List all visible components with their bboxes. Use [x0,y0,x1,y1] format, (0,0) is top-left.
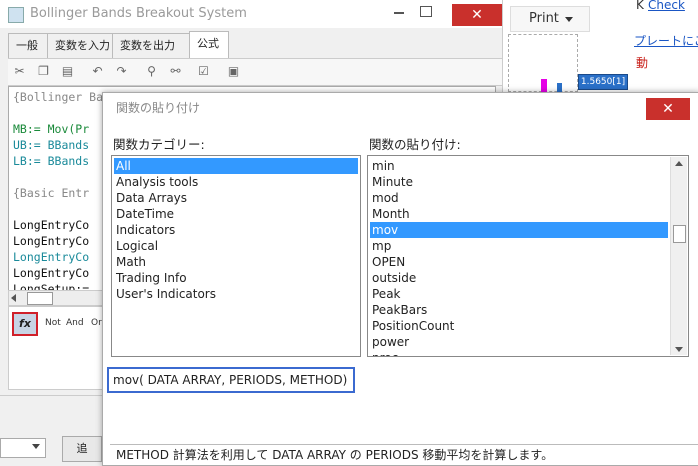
code-line: LongEntryCo [13,234,90,248]
list-item[interactable]: Analysis tools [114,174,198,190]
paste-icon[interactable]: ▤ [60,64,75,79]
candle [541,79,547,93]
print-button[interactable]: Print [510,6,590,32]
function-label: 関数の貼り付け: [369,137,461,152]
notice-text: 動 [636,56,649,70]
list-item[interactable]: power [370,334,409,350]
list-item[interactable]: mod [370,190,399,206]
scroll-up-icon[interactable] [675,161,683,166]
category-listbox[interactable]: All Analysis tools Data Arrays DateTime … [111,155,361,357]
list-item[interactable]: outside [370,270,416,286]
window-title: Bollinger Bands Breakout System [30,6,247,21]
code-line: LongEntryCo [13,218,90,232]
scroll-down-icon[interactable] [675,347,683,352]
tab-formula[interactable]: 公式 [189,31,229,59]
code-line: LB:= BBands [13,154,90,168]
list-item[interactable]: min [370,158,395,174]
tab-inputs[interactable]: 変数を入力 [47,33,113,58]
list-item[interactable]: proc [370,350,398,356]
price-tag: 1.5650[1] [578,74,628,90]
app-icon [8,7,24,23]
list-item[interactable]: All [114,158,358,174]
operator-and[interactable]: And [66,318,84,328]
list-item[interactable]: DateTime [114,206,174,222]
chevron-down-icon [32,444,40,449]
list-item[interactable]: Math [114,254,146,270]
copy-icon[interactable]: ❐ [36,64,51,79]
list-item[interactable]: Data Arrays [114,190,187,206]
divider [0,395,110,396]
dialog-title: 関数の貼り付け [116,101,201,115]
undo-icon[interactable]: ↶ [90,64,105,79]
save-icon[interactable]: ▣ [226,64,241,79]
operator-not[interactable]: Not [45,318,61,328]
list-item[interactable]: User's Indicators [114,286,216,302]
minimize-icon[interactable] [394,12,404,14]
code-line: {Basic Entr [13,186,90,200]
list-item[interactable]: PeakBars [370,302,427,318]
tab-outputs[interactable]: 変数を出力 [112,33,190,58]
maximize-icon[interactable] [420,6,432,17]
find-icon[interactable]: ⚲ [144,64,159,79]
cut-icon[interactable]: ✂ [12,64,27,79]
editor-toolbar: ✂ ❐ ▤ ↶ ↷ ⚲ ⚯ ☑ ▣ [8,58,502,86]
list-item[interactable]: Indicators [114,222,175,238]
check-link[interactable]: Check [648,0,685,12]
replace-icon[interactable]: ⚯ [168,64,183,79]
dialog-close-button[interactable]: ✕ [646,98,690,120]
list-item[interactable]: mp [370,238,391,254]
close-window-button[interactable]: ✕ [452,4,502,26]
scroll-thumb[interactable] [673,225,686,243]
code-line: LongEntryCo [13,266,90,280]
list-item[interactable]: OPEN [370,254,405,270]
function-syntax: mov( DATA ARRAY, PERIODS, METHOD) [107,367,355,393]
chart-plot-area [508,34,578,93]
bottom-action-button[interactable]: 追 [62,436,102,462]
list-item[interactable]: Logical [114,238,158,254]
code-line: LongEntryCo [13,250,90,264]
prefix-text: K [636,0,644,12]
web-content-pane: K Check プレートにこ 動 [634,0,698,100]
scroll-thumb[interactable] [27,292,53,305]
function-list-scrollbar[interactable] [670,157,687,355]
function-listbox[interactable]: min Minute mod Month mov mp OPEN outside… [367,155,689,357]
list-item[interactable]: Trading Info [114,270,187,286]
print-label: Print [529,11,559,26]
list-item[interactable]: Month [370,206,410,222]
chevron-down-icon [565,17,573,22]
scroll-left-icon[interactable] [11,294,16,302]
list-item[interactable]: Minute [370,174,413,190]
tab-general[interactable]: 一般 [8,33,48,58]
operator-or[interactable]: Or [91,318,102,328]
category-label: 関数カテゴリー: [113,137,205,152]
template-link[interactable]: プレートにこ [634,32,698,49]
list-item[interactable]: Peak [370,286,401,302]
list-item[interactable]: mov [370,222,668,238]
list-item[interactable]: PositionCount [370,318,454,334]
insert-function-button[interactable]: fx [12,312,38,336]
redo-icon[interactable]: ↷ [114,64,129,79]
code-line: UB:= BBands [13,138,90,152]
code-line: MB:= Mov(Pr [13,122,90,136]
function-description: METHOD 計算法を利用して DATA ARRAY の PERIODS 移動平… [110,444,698,465]
verify-icon[interactable]: ☑ [196,64,211,79]
